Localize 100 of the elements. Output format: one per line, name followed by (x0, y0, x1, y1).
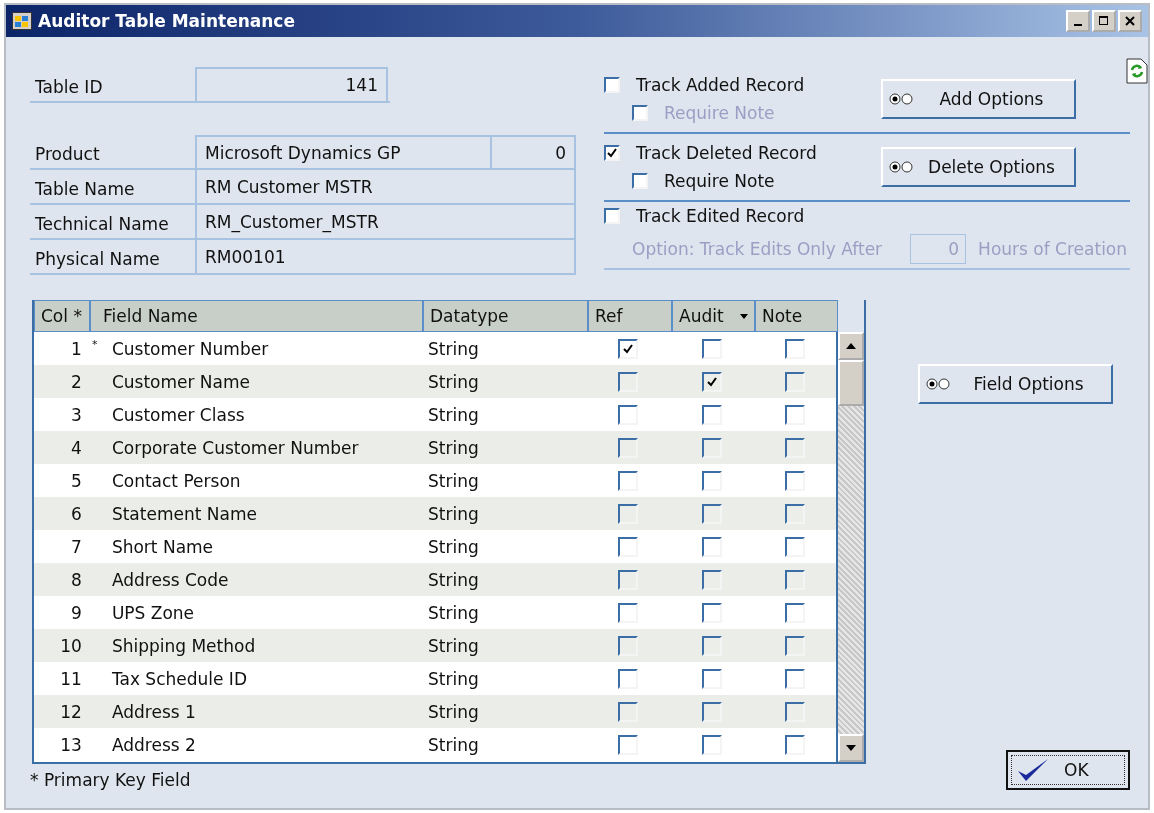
table-cell-text: String (427, 436, 480, 460)
checkbox-label: Require Note (664, 103, 775, 123)
checkbox[interactable] (618, 635, 639, 656)
checkbox[interactable] (784, 734, 805, 755)
options-button[interactable]: Add Options (881, 79, 1076, 119)
field-label: Product (34, 143, 101, 166)
table-cell: Customer Name (111, 371, 251, 392)
field-value: Microsoft Dynamics GP (195, 135, 492, 168)
footnote: * Primary Key Field (30, 770, 191, 790)
checkbox[interactable] (784, 668, 805, 689)
checkbox[interactable] (618, 701, 639, 722)
checkmark-icon (1016, 757, 1050, 783)
checkbox[interactable] (618, 536, 639, 557)
table-cell-text: String (427, 733, 480, 757)
field-label: Physical Name (34, 248, 161, 271)
checkbox[interactable] (701, 437, 722, 458)
checkbox[interactable] (784, 503, 805, 524)
checkbox[interactable] (701, 404, 722, 425)
field-options-button[interactable]: Field Options (918, 364, 1113, 404)
table-cell-text: 8 (70, 568, 83, 592)
table-cell-text: 3 (70, 403, 83, 427)
ok-button[interactable]: OK (1006, 750, 1130, 790)
table-cell-text: String (427, 634, 480, 658)
table-cell-text: 12 (59, 700, 83, 724)
table-cell: Address Code (111, 569, 229, 590)
maximize-button[interactable] (1092, 10, 1116, 32)
checkbox[interactable] (701, 668, 722, 689)
close-icon (1125, 16, 1135, 26)
checkbox[interactable] (784, 701, 805, 722)
column-header[interactable]: Audit (672, 300, 755, 332)
radio-icon (926, 378, 952, 390)
table-cell-text: 4 (70, 436, 83, 460)
table-cell: Corporate Customer Number (111, 437, 359, 458)
checkbox[interactable] (618, 371, 639, 392)
refresh-icon[interactable] (1126, 58, 1148, 84)
checkbox[interactable] (701, 503, 722, 524)
checkbox[interactable] (618, 734, 639, 755)
table-cell-text: 6 (70, 502, 83, 526)
table-id-field: 141 (195, 67, 388, 101)
column-header[interactable]: Col * (34, 300, 90, 332)
table-cell-text: String (427, 667, 480, 691)
checkbox[interactable] (784, 602, 805, 623)
checkbox[interactable] (701, 371, 722, 392)
checkmark-icon (622, 342, 635, 355)
checkbox[interactable] (632, 173, 648, 189)
checkbox[interactable] (701, 734, 722, 755)
column-header[interactable]: Ref (588, 300, 672, 332)
table-cell-text: 1 (70, 337, 83, 361)
checkbox[interactable] (784, 569, 805, 590)
app-icon (12, 12, 32, 30)
checkbox[interactable] (701, 602, 722, 623)
table-cell: Short Name (111, 536, 214, 557)
checkbox[interactable] (784, 371, 805, 392)
checkbox-label: Track Edited Record (636, 206, 805, 226)
sort-caret-icon (740, 313, 748, 319)
checkbox[interactable] (701, 635, 722, 656)
table-cell: Statement Name (111, 503, 257, 524)
scroll-down-button[interactable] (838, 734, 864, 762)
checkbox[interactable] (701, 536, 722, 557)
checkbox[interactable] (784, 536, 805, 557)
maximize-icon (1099, 16, 1109, 26)
checkbox[interactable] (618, 668, 639, 689)
column-header[interactable]: Field Name (90, 300, 423, 332)
checkbox[interactable] (618, 404, 639, 425)
checkbox[interactable] (618, 503, 639, 524)
column-header[interactable]: Datatype (423, 300, 588, 332)
scroll-up-icon (846, 343, 856, 349)
checkbox[interactable] (701, 569, 722, 590)
field-value: RM_Customer_MSTR (195, 205, 576, 238)
checkbox[interactable] (784, 470, 805, 491)
checkbox[interactable] (701, 338, 722, 359)
checkbox[interactable] (784, 437, 805, 458)
table-cell-text: 10 (59, 634, 83, 658)
checkbox[interactable] (784, 338, 805, 359)
checkbox[interactable] (604, 77, 620, 93)
scroll-up-button[interactable] (838, 332, 864, 360)
table-cell-text: 2 (70, 370, 83, 394)
scroll-thumb[interactable] (838, 360, 864, 406)
table-cell-text: String (427, 700, 480, 724)
table-cell-text: String (427, 337, 480, 361)
checkbox[interactable] (604, 145, 620, 161)
checkbox[interactable] (784, 404, 805, 425)
table-cell-text: 11 (59, 667, 83, 691)
window-title: Auditor Table Maintenance (38, 11, 296, 31)
options-button[interactable]: Delete Options (881, 147, 1076, 187)
minimize-icon (1074, 24, 1082, 26)
close-button[interactable] (1118, 10, 1142, 32)
table-cell-text: String (427, 469, 480, 493)
column-header[interactable]: Note (755, 300, 838, 332)
table-cell-text: String (427, 535, 480, 559)
minimize-button[interactable] (1066, 10, 1090, 32)
table-cell-text: 7 (70, 535, 83, 559)
checkbox[interactable] (701, 470, 722, 491)
checkbox[interactable] (618, 602, 639, 623)
checkbox[interactable] (784, 635, 805, 656)
checkbox[interactable] (701, 701, 722, 722)
checkbox[interactable] (618, 470, 639, 491)
checkbox[interactable] (618, 437, 639, 458)
checkbox[interactable] (618, 338, 639, 359)
checkbox[interactable] (618, 569, 639, 590)
